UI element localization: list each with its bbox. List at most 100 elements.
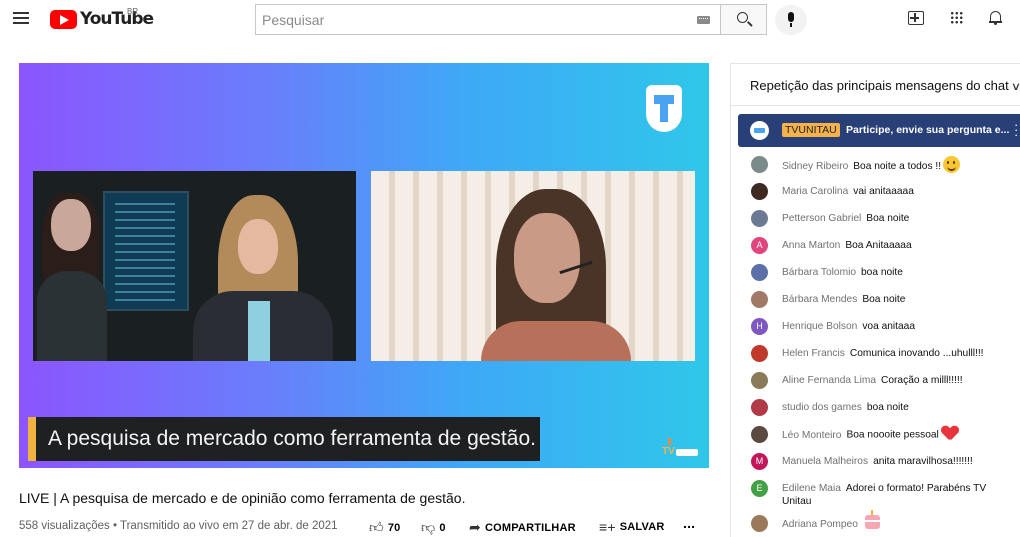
video-player[interactable]: A pesquisa de mercado como ferramenta de…	[19, 63, 709, 468]
chat-mode-dropdown[interactable]: Repetição das principais mensagens do ch…	[750, 78, 1020, 93]
chat-message-text: Manuela Malheiros anita maravilhosa!!!!!!…	[782, 455, 1014, 468]
youtube-play-icon	[50, 9, 77, 29]
search-button[interactable]	[720, 4, 767, 35]
avatar[interactable]	[751, 264, 768, 281]
chat-message: Aline Fernanda Lima Coração a milll!!!!!	[731, 369, 1020, 396]
avatar[interactable]	[751, 515, 768, 532]
chat-message-body: boa noite	[866, 402, 909, 413]
chat-message: Sidney Ribeiro Boa noite a todos !!	[731, 153, 1020, 180]
dislike-button[interactable]: 👎︎ 0	[421, 519, 446, 536]
chat-author-name[interactable]: Henrique Bolson	[782, 321, 857, 332]
chat-author-name[interactable]: Anna Marton	[782, 240, 840, 251]
lower-third-text: A pesquisa de mercado como ferramenta de…	[48, 427, 536, 450]
video-title: LIVE | A pesquisa de mercado e de opiniã…	[19, 490, 466, 506]
share-arrow-icon: ➦	[469, 519, 481, 535]
search-input[interactable]	[256, 5, 676, 34]
chat-author-name[interactable]: Aline Fernanda Lima	[782, 375, 876, 386]
search-box	[255, 4, 720, 35]
chat-header: Repetição das principais mensagens do ch…	[731, 64, 1020, 106]
avatar[interactable]	[751, 426, 768, 443]
menu-icon[interactable]	[12, 9, 32, 29]
chat-message-body: Boa noite a todos !!	[853, 161, 942, 173]
chat-message-text: Bárbara Tolomio boa noite	[782, 266, 1014, 279]
avatar[interactable]: E	[751, 480, 768, 497]
chat-mode-label: Repetição das principais mensagens do ch…	[750, 78, 1009, 93]
chat-message: Bárbara Mendes Boa noite	[731, 288, 1020, 315]
chat-message-text: Léo Monteiro Boa noooite pessoal	[782, 428, 1014, 442]
video-frame-hosts	[33, 171, 356, 361]
smile-emoji-icon	[943, 156, 961, 173]
chat-author-name[interactable]: Helen Francis	[782, 348, 845, 359]
dislike-count: 0	[439, 521, 446, 534]
video-meta-row: 558 visualizações • Transmitido ao vivo …	[19, 515, 709, 536]
chat-message: Léo Monteiro Boa noooite pessoal	[731, 423, 1020, 450]
chat-message: Maria Carolina vai anitaaaaa	[731, 180, 1020, 207]
create-video-icon[interactable]	[908, 11, 924, 25]
chat-message-text: Aline Fernanda Lima Coração a milll!!!!!	[782, 374, 1014, 387]
avatar[interactable]	[751, 372, 768, 389]
logo-text: YouTube	[80, 9, 154, 29]
share-button[interactable]: ➦ COMPARTILHAR	[469, 519, 576, 536]
pinned-author-badge[interactable]: TVUNITAU	[782, 123, 840, 137]
chat-message: Bárbara Tolomio boa noite	[731, 261, 1020, 288]
heart-emoji-icon	[942, 426, 958, 440]
avatar[interactable]	[751, 345, 768, 362]
notifications-bell-icon[interactable]	[989, 10, 1002, 26]
keyboard-icon[interactable]	[697, 16, 710, 24]
view-count: 558 visualizações • Transmitido ao vivo …	[19, 520, 338, 532]
chevron-down-icon: ∨	[1010, 81, 1020, 93]
chat-message: studio dos games boa noite	[731, 396, 1020, 423]
avatar[interactable]: M	[751, 453, 768, 470]
avatar[interactable]: A	[751, 237, 768, 254]
more-vert-icon[interactable]: · · ·	[1014, 118, 1018, 141]
pinned-message[interactable]: TVUNITAU Participe, envie sua pergunta e…	[738, 114, 1020, 147]
video-frame-guest	[371, 171, 695, 361]
apps-icon[interactable]	[950, 11, 963, 24]
chat-author-name[interactable]: Bárbara Mendes	[782, 294, 857, 305]
avatar[interactable]	[751, 399, 768, 416]
chat-message-text: Petterson Gabriel Boa noite	[782, 212, 1014, 225]
chat-message: E Edilene Maia Adorei o formato! Parabéns …	[731, 477, 1020, 512]
avatar[interactable]	[751, 156, 768, 173]
chat-author-name[interactable]: Bárbara Tolomio	[782, 267, 856, 278]
channel-avatar	[750, 121, 769, 140]
chat-message-text: Bárbara Mendes Boa noite	[782, 293, 1014, 306]
avatar[interactable]	[751, 183, 768, 200]
chat-message: H Henrique Bolson voa anitaaa	[731, 315, 1020, 342]
thumbs-down-icon: 👎︎	[421, 519, 436, 535]
share-label: COMPARTILHAR	[484, 521, 576, 534]
chat-author-name[interactable]: Manuela Malheiros	[782, 456, 868, 467]
chat-author-name[interactable]: Adriana Pompeo	[782, 519, 858, 530]
chat-message-body: Boa Anitaaaaa	[845, 240, 912, 251]
chat-author-name[interactable]: Sidney Ribeiro	[782, 161, 848, 172]
like-button[interactable]: 👍︎ 70	[369, 519, 400, 536]
top-bar: YouTube BR	[0, 0, 1020, 40]
chat-author-name[interactable]: Léo Monteiro	[782, 430, 841, 441]
chat-message-body: vai anitaaaaa	[853, 186, 914, 197]
chat-message: M Manuela Malheiros anita maravilhosa!!!!!…	[731, 450, 1020, 477]
chat-message: A Anna Marton Boa Anitaaaaa	[731, 234, 1020, 261]
chat-message-body: Boa noite	[862, 294, 906, 305]
save-button[interactable]: ≡+ SALVAR	[599, 519, 665, 535]
chat-author-name[interactable]: Edilene Maia	[782, 483, 841, 494]
chat-author-name[interactable]: Maria Carolina	[782, 186, 848, 197]
like-count: 70	[387, 521, 401, 534]
tv-unitau-watermark: TV	[662, 438, 702, 460]
chat-message-text: Maria Carolina vai anitaaaaa	[782, 185, 1014, 198]
chat-message-body: Boa noite	[866, 213, 910, 224]
chat-message-text: Anna Marton Boa Anitaaaaa	[782, 239, 1014, 252]
thumbs-up-icon: 👍︎	[369, 519, 384, 535]
avatar[interactable]: H	[751, 318, 768, 335]
pinned-message-text: Participe, envie sua pergunta e...	[846, 124, 1010, 136]
chat-author-name[interactable]: studio dos games	[782, 402, 862, 413]
chat-message-text: Henrique Bolson voa anitaaa	[782, 320, 1014, 333]
avatar[interactable]	[751, 291, 768, 308]
avatar[interactable]	[751, 210, 768, 227]
microphone-icon	[788, 12, 794, 27]
chat-message: Petterson Gabriel Boa noite	[731, 207, 1020, 234]
chat-message-body: anita maravilhosa!!!!!!!	[873, 456, 973, 467]
chat-author-name[interactable]: Petterson Gabriel	[782, 213, 861, 224]
chat-message-body: Coração a milll!!!!!	[881, 375, 963, 386]
voice-search-button[interactable]	[775, 5, 807, 35]
more-actions-button[interactable]: ...	[683, 515, 695, 531]
